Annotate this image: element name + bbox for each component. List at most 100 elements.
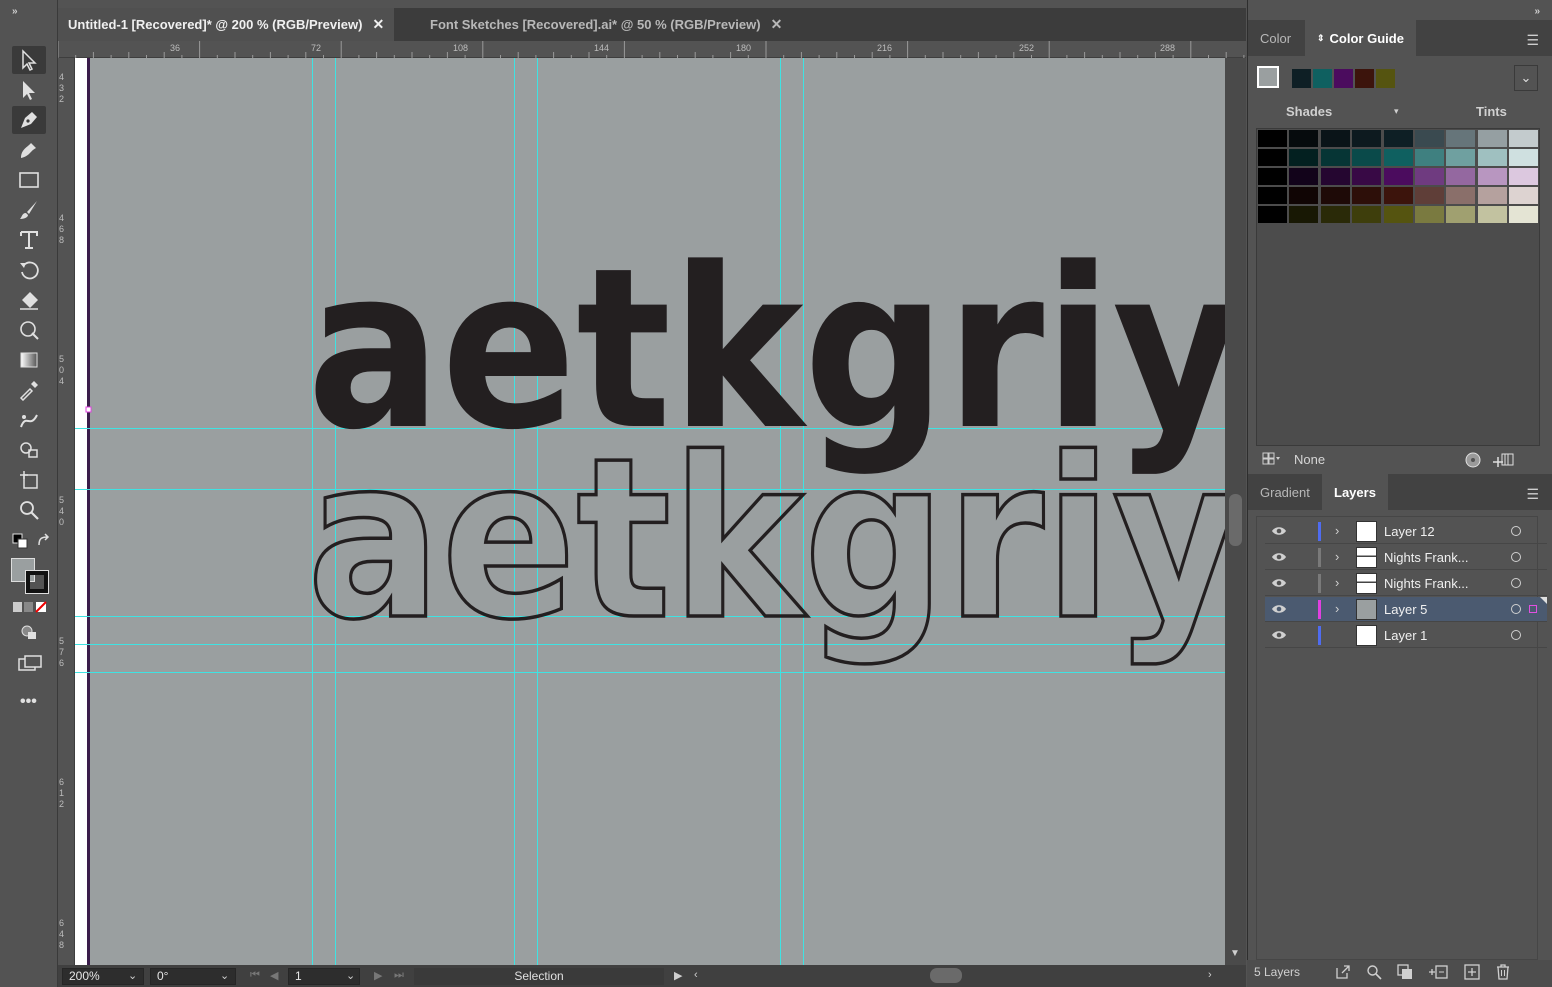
first-artboard-icon[interactable]: ⏮ [250,969,260,982]
color-variation-swatch[interactable] [1415,149,1444,166]
chevron-right-icon[interactable]: › [1335,549,1339,564]
color-variation-swatch[interactable] [1383,206,1413,223]
color-variation-swatch[interactable] [1477,168,1507,185]
trash-icon[interactable] [1495,963,1511,980]
harmony-swatch[interactable] [1355,69,1374,88]
harmony-swatch[interactable] [1376,69,1395,88]
curvature-tool-icon[interactable] [12,136,46,164]
scroll-right-icon[interactable]: › [1208,969,1212,981]
close-icon[interactable]: ✕ [372,16,384,33]
color-variation-swatch[interactable] [1258,149,1287,166]
shades-dropdown-icon[interactable]: ▾ [1394,106,1399,117]
chevron-right-icon[interactable]: › [1335,601,1339,616]
export-icon[interactable] [1335,964,1351,980]
color-variation-swatch[interactable] [1258,187,1287,204]
color-variation-swatch[interactable] [1258,130,1287,147]
color-variation-swatch[interactable] [1352,187,1382,204]
target-circle-icon[interactable] [1511,552,1521,562]
color-variation-swatch[interactable] [1446,130,1476,147]
layer-row[interactable]: › Nights Frank... [1265,545,1547,570]
new-layer-icon[interactable] [1464,964,1480,980]
harmony-swatch[interactable] [1292,69,1311,88]
color-variation-swatch[interactable] [1289,187,1319,204]
color-variation-swatch[interactable] [1320,149,1350,166]
eye-icon[interactable] [1271,629,1287,641]
layer-row[interactable]: › Nights Frank... [1265,571,1547,596]
color-variation-swatch[interactable] [1383,187,1413,204]
panel-menu-icon[interactable]: ☰ [1526,32,1539,49]
color-variation-swatch[interactable] [1477,187,1507,204]
color-variation-swatch[interactable] [1352,206,1382,223]
color-variation-swatch[interactable] [1289,206,1319,223]
harmony-dropdown-chevron-icon[interactable]: ⌄ [1514,65,1538,91]
color-variation-swatch[interactable] [1320,206,1350,223]
color-variation-swatch[interactable] [1320,168,1350,185]
color-variation-swatch[interactable] [1415,187,1444,204]
new-sublayer-icon[interactable] [1428,964,1448,980]
swatch-library-icon[interactable] [1262,452,1282,466]
width-tool-icon[interactable] [12,316,46,344]
color-variation-swatch[interactable] [1383,149,1413,166]
target-circle-icon[interactable] [1511,630,1521,640]
color-variation-swatch[interactable] [1320,130,1350,147]
eye-icon[interactable] [1271,577,1287,589]
tab-gradient[interactable]: Gradient [1248,474,1322,510]
color-variation-swatch[interactable] [1446,206,1476,223]
color-variation-swatch[interactable] [1446,149,1476,166]
last-artboard-icon[interactable]: ⏭ [394,969,404,982]
gradient-tool-icon[interactable] [12,346,46,374]
color-variation-swatch[interactable] [1352,130,1382,147]
horizontal-ruler[interactable]: 36 72 108 144 180 216 252 288 [58,41,1246,58]
tab-color[interactable]: Color [1248,20,1303,56]
artboard-tool-icon[interactable] [12,466,46,494]
eye-icon[interactable] [1271,525,1287,537]
vertical-scrollbar[interactable]: ▼ [1225,58,1246,965]
tab-font-sketches[interactable]: Font Sketches [Recovered].ai* @ 50 % (RG… [420,8,792,41]
harmony-swatch[interactable] [1313,69,1332,88]
draw-mode-icon[interactable] [20,624,38,640]
chevron-right-icon[interactable]: › [1335,575,1339,590]
rotate-tool-icon[interactable] [12,256,46,284]
color-variation-swatch[interactable] [1383,130,1413,147]
type-tool-icon[interactable] [12,226,46,254]
selection-indicator[interactable] [1529,605,1537,613]
paintbrush-tool-icon[interactable] [12,196,46,224]
target-circle-icon[interactable] [1511,604,1521,614]
color-variation-swatch[interactable] [1509,187,1539,204]
collapse-panel-icon[interactable]: » [12,6,18,17]
zoom-tool-icon[interactable] [12,496,46,524]
tab-untitled-1[interactable]: Untitled-1 [Recovered]* @ 200 % (RGB/Pre… [58,8,395,41]
color-variation-swatch[interactable] [1258,206,1287,223]
harmony-swatch[interactable] [1334,69,1353,88]
color-variation-swatch[interactable] [1289,168,1319,185]
scroll-down-icon[interactable]: ▼ [1230,948,1240,959]
color-variation-swatch[interactable] [1509,130,1539,147]
color-variation-swatch[interactable] [1509,168,1539,185]
layer-row[interactable]: Layer 1 [1265,623,1547,648]
artboard-canvas[interactable]: aetkgriy aetkgriy [75,58,1225,965]
shape-builder-tool-icon[interactable] [12,436,46,464]
color-variation-swatch[interactable] [1352,168,1382,185]
rectangle-tool-icon[interactable] [12,166,46,194]
base-color-swatch[interactable] [1257,66,1279,88]
scroll-left-icon[interactable]: ‹ [694,969,698,981]
chevron-down-icon[interactable]: ⌄ [220,969,229,982]
chevron-down-icon[interactable]: ⌄ [346,969,355,982]
more-tools-icon[interactable]: ••• [20,693,37,711]
color-variation-swatch[interactable] [1289,149,1319,166]
color-variation-swatch[interactable] [1415,206,1444,223]
color-mode-icon[interactable] [13,601,47,613]
clipping-mask-icon[interactable] [1397,964,1413,980]
next-artboard-icon[interactable]: ▶ [374,969,382,982]
color-variations-grid[interactable] [1256,128,1540,446]
eye-icon[interactable] [1271,551,1287,563]
target-circle-icon[interactable] [1511,526,1521,536]
chevron-down-icon[interactable]: ⌄ [128,969,137,982]
selection-tool-icon[interactable] [12,46,46,74]
color-variation-swatch[interactable] [1446,168,1476,185]
color-variation-swatch[interactable] [1415,168,1444,185]
color-variation-swatch[interactable] [1477,149,1507,166]
panel-menu-icon[interactable]: ☰ [1526,486,1539,503]
color-variation-swatch[interactable] [1258,168,1287,185]
eyedropper-tool-icon[interactable] [12,376,46,404]
